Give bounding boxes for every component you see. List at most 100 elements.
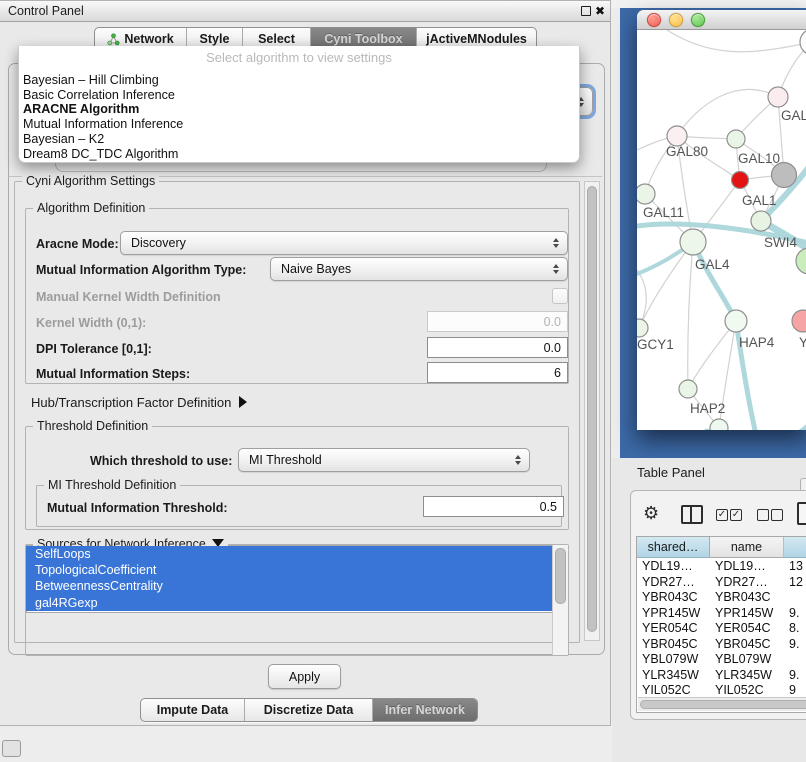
kernel-width-input[interactable]	[427, 311, 568, 332]
network-node-gal80[interactable]	[667, 126, 687, 146]
control-panel-titlebar[interactable]: Control Panel ✖	[0, 1, 610, 22]
network-node-gcy1[interactable]	[637, 319, 648, 337]
table-cell: YBR045C	[642, 637, 708, 653]
node-label: GAL	[781, 108, 806, 123]
bottom-tab-impute-data[interactable]: Impute Data	[141, 699, 245, 721]
network-edge[interactable]	[688, 321, 736, 389]
algorithm-option[interactable]: Basic Correlation Inference	[21, 88, 577, 103]
expand-arrow-icon[interactable]	[239, 396, 247, 408]
table-row[interactable]: YBL079WYBL079W	[637, 652, 806, 668]
scrollbar-thumb[interactable]	[640, 700, 806, 709]
network-node-swi4[interactable]	[751, 211, 771, 231]
table-cell: 9.	[789, 668, 806, 684]
table-cell: YLR345W	[715, 668, 782, 684]
mi-threshold-input[interactable]	[423, 496, 564, 517]
manual-kernel-label: Manual Kernel Width Definition	[36, 290, 221, 304]
network-edge[interactable]	[667, 30, 806, 52]
which-threshold-select[interactable]: MI Threshold	[238, 448, 530, 472]
zoom-traffic-light[interactable]	[691, 13, 705, 27]
algorithm-option[interactable]: Bayesian – Hill Climbing	[21, 73, 577, 88]
table-row[interactable]: YBR043CYBR043C	[637, 590, 806, 606]
network-edge[interactable]	[639, 242, 693, 328]
network-node-gal10[interactable]	[727, 130, 745, 148]
network-node-y[interactable]	[792, 310, 806, 332]
data-attributes-list[interactable]: SelfLoopsTopologicalCoefficientBetweenne…	[26, 545, 556, 613]
table-horizontal-scrollbar[interactable]	[638, 697, 806, 711]
network-node-gal1[interactable]	[732, 172, 749, 189]
table-row[interactable]: YDL19…YDL19…13	[637, 559, 806, 575]
network-edge[interactable]	[688, 242, 693, 389]
attribute-item[interactable]: gal4RGexp	[26, 595, 553, 611]
select-all-icon-2[interactable]: ✓	[730, 509, 742, 521]
select-all-icon[interactable]: ✓	[716, 509, 728, 521]
algorithm-option[interactable]: Bayesian – K2	[21, 132, 577, 147]
mi-threshold-definition-title: MI Threshold Definition	[44, 478, 180, 493]
close-icon[interactable]: ✖	[595, 4, 605, 18]
tab-label: Network	[124, 32, 173, 46]
algorithm-option[interactable]: Mutual Information Inference	[21, 117, 577, 132]
table-row[interactable]: YBR045CYBR045C9.	[637, 637, 806, 653]
table-row[interactable]: YDR27… YDR27… 12	[637, 575, 806, 591]
settings-scrollbar[interactable]	[584, 181, 600, 641]
mi-type-label: Mutual Information Algorithm Type:	[36, 263, 246, 277]
aracne-mode-value: Discovery	[131, 236, 186, 250]
attribute-item[interactable]: SelfLoops	[26, 546, 553, 562]
table-row[interactable]: YER054CYER054C8.	[637, 621, 806, 637]
bottom-tab-bar: Impute DataDiscretize DataInfer Network	[140, 698, 478, 722]
deselect-all-icon-2[interactable]	[771, 509, 783, 521]
table-cell: 12	[789, 575, 806, 591]
node-label: GAL1	[742, 193, 777, 208]
algorithm-option[interactable]: ARACNE Algorithm	[21, 102, 577, 117]
split-columns-icon[interactable]	[681, 505, 703, 524]
minimize-traffic-light[interactable]	[669, 13, 683, 27]
bottom-tab-infer-network[interactable]: Infer Network	[373, 699, 477, 721]
network-node-gal[interactable]	[768, 87, 788, 107]
column-header-extra[interactable]	[784, 537, 806, 558]
table-cell: YDR27…	[715, 575, 782, 591]
tab-label: Style	[200, 32, 230, 46]
network-edge[interactable]	[677, 89, 778, 136]
settings-gear-icon[interactable]: ⚙	[643, 503, 659, 524]
minimized-panel-icon[interactable]	[2, 740, 21, 757]
table-row[interactable]: YPR145WYPR145W9.	[637, 606, 806, 622]
mi-steps-input[interactable]	[427, 362, 568, 383]
tab-label: Select	[258, 32, 295, 46]
attribute-item[interactable]: TopologicalCoefficient	[26, 562, 553, 578]
column-header-shared-[interactable]: shared…	[637, 537, 710, 558]
table-cell: YDR27…	[642, 575, 708, 591]
apply-button[interactable]: Apply	[268, 664, 341, 689]
network-node-hap2[interactable]	[679, 380, 697, 398]
table-rows: YDL19…YDL19…13YDR27… YDR27… 12YBR043CYBR04…	[637, 559, 806, 712]
hub-definition-toggle[interactable]: Hub/Transcription Factor Definition	[31, 395, 247, 410]
panel-icon[interactable]	[797, 502, 806, 525]
column-header-name[interactable]: name	[710, 537, 784, 558]
close-traffic-light[interactable]	[647, 13, 661, 27]
network-node-hap4[interactable]	[725, 310, 747, 332]
table-cell: 13	[789, 559, 806, 575]
scrollbar-thumb[interactable]	[555, 548, 556, 604]
bottom-tab-discretize-data[interactable]: Discretize Data	[245, 699, 373, 721]
node-table[interactable]: shared…name YDL19…YDL19…13YDR27… YDR27… 12…	[636, 536, 806, 713]
network-node[interactable]	[796, 248, 806, 274]
table-cell: YER054C	[642, 621, 708, 637]
network-canvas[interactable]: GALGAL80GAL10GAL1GAL11SWI4GAL4GCY1HAP4YH…	[637, 30, 806, 430]
table-row[interactable]: YLR345WYLR345W9.	[637, 668, 806, 684]
network-node-gal11[interactable]	[637, 184, 655, 204]
node-label: HAP4	[739, 335, 775, 350]
algorithm-option[interactable]: Dream8 DC_TDC Algorithm	[21, 147, 577, 162]
float-window-icon[interactable]	[581, 6, 591, 16]
mi-algorithm-type-select[interactable]: Naive Bayes	[270, 257, 568, 281]
panel-title: Control Panel	[8, 4, 84, 18]
network-window-titlebar[interactable]	[637, 10, 806, 30]
node-label: GAL4	[695, 257, 730, 272]
attribute-item[interactable]: BetweennessCentrality	[26, 578, 553, 594]
dpi-tolerance-input[interactable]	[427, 337, 568, 358]
aracne-mode-select[interactable]: Discovery	[120, 231, 568, 255]
manual-kernel-checkbox[interactable]	[552, 288, 568, 304]
network-node[interactable]	[772, 163, 797, 188]
network-node-gal4[interactable]	[680, 229, 706, 255]
attributes-scrollbar[interactable]	[552, 545, 556, 613]
aracne-mode-label: Aracne Mode:	[36, 237, 119, 251]
deselect-all-icon[interactable]	[757, 509, 769, 521]
scrollbar-thumb[interactable]	[587, 186, 597, 632]
